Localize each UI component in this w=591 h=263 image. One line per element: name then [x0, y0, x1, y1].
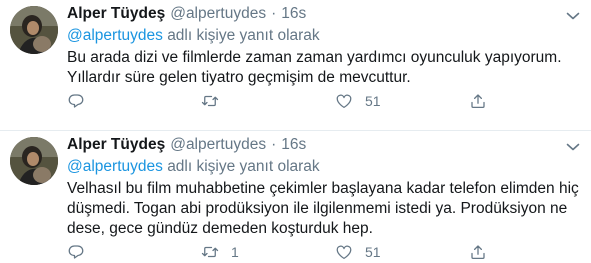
tweet-text-line: dese, gece gündüz demeden koşturduk hep. [67, 220, 373, 237]
share-button[interactable] [469, 243, 487, 261]
author-handle[interactable]: @alpertuydes [170, 5, 266, 23]
retweet-button[interactable] [201, 92, 231, 110]
reply-mention-link[interactable]: @alpertuydes [67, 27, 163, 44]
reply-context: @alpertuydes adlı kişiye yanıt olarak [67, 26, 581, 46]
author-name[interactable]: Alper Tüydeş [67, 5, 165, 23]
separator-dot: · [271, 5, 277, 22]
tweet-actions: 1 51 [67, 243, 591, 263]
timestamp[interactable]: 16s [281, 5, 306, 23]
tweet-text: Velhasıl bu film muhabbetine çekimler ba… [67, 179, 581, 239]
author-name[interactable]: Alper Tüydeş [67, 136, 165, 154]
tweet-text-line: Velhasıl bu film muhabbetine çekimler ba… [67, 180, 579, 197]
reply-button[interactable] [67, 92, 85, 110]
share-icon [471, 245, 485, 260]
tweet-text: Bu arada dizi ve filmlerde zaman zaman y… [67, 48, 581, 88]
retweet-button[interactable]: 1 [201, 243, 239, 261]
like-button[interactable]: 51 [335, 92, 381, 110]
retweet-count: 1 [231, 244, 239, 260]
like-count: 51 [365, 93, 381, 109]
tweet-actions: 51 [67, 92, 591, 112]
tweet-text-line: düşmedi. Togan abi prodüksiyon ile ilgil… [67, 200, 568, 217]
avatar[interactable] [10, 6, 58, 54]
tweet-text-line: Bu arada dizi ve filmlerde zaman zaman y… [67, 49, 562, 66]
timestamp[interactable]: 16s [281, 136, 306, 154]
retweet-icon [201, 95, 219, 107]
tweet-content: Alper Tüydeş @alpertuydes · 16s @alpertu… [67, 135, 581, 239]
like-count: 51 [365, 244, 381, 260]
tweet[interactable]: Alper Tüydeş @alpertuydes · 16s @alpertu… [0, 130, 591, 262]
reply-context-label: adlı kişiye yanıt olarak [167, 27, 320, 44]
tweet-header: Alper Tüydeş @alpertuydes · 16s [67, 4, 581, 24]
avatar-photo [10, 137, 58, 185]
reply-context-label: adlı kişiye yanıt olarak [167, 158, 320, 175]
share-button[interactable] [469, 92, 487, 110]
separator-dot: · [271, 136, 277, 153]
heart-icon [336, 245, 352, 260]
heart-icon [336, 94, 352, 109]
reply-button[interactable] [67, 243, 85, 261]
avatar-photo [10, 6, 58, 54]
retweet-icon [201, 246, 219, 258]
tweet-header: Alper Tüydeş @alpertuydes · 16s [67, 135, 581, 155]
reply-icon [68, 94, 84, 108]
avatar[interactable] [10, 137, 58, 185]
author-handle[interactable]: @alpertuydes [170, 136, 266, 154]
like-button[interactable]: 51 [335, 243, 381, 261]
reply-icon [68, 245, 84, 259]
reply-context: @alpertuydes adlı kişiye yanıt olarak [67, 157, 581, 177]
reply-mention-link[interactable]: @alpertuydes [67, 158, 163, 175]
tweet-text-line: Yıllardır süre gelen tiyatro geçmişim de… [67, 69, 411, 86]
share-icon [471, 94, 485, 109]
tweet-content: Alper Tüydeş @alpertuydes · 16s @alpertu… [67, 4, 581, 88]
tweet[interactable]: Alper Tüydeş @alpertuydes · 16s @alpertu… [0, 0, 591, 130]
